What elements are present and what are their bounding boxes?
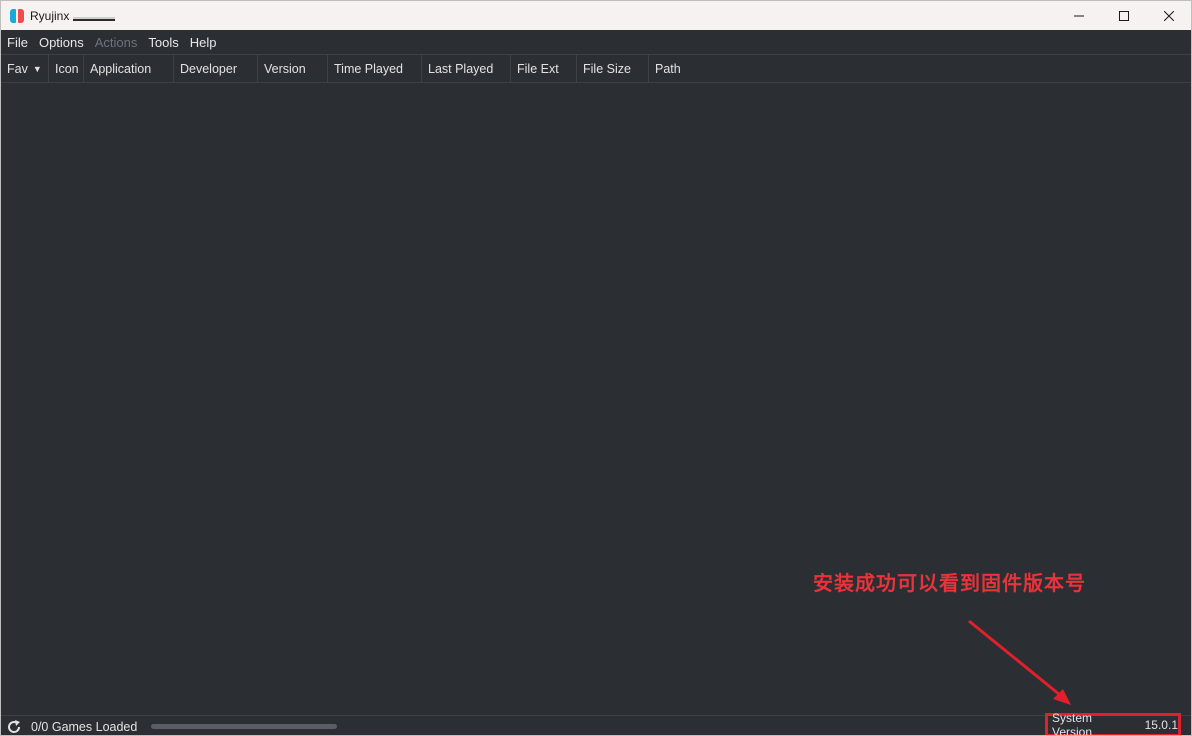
column-version[interactable]: Version (258, 55, 328, 83)
sort-down-icon: ▼ (32, 64, 42, 74)
annotation-text: 安装成功可以看到固件版本号 (813, 571, 1086, 595)
column-icon[interactable]: Icon (49, 55, 84, 83)
system-version-highlight: System Version 15.0.1 (1045, 711, 1181, 736)
status-bar: 0/0 Games Loaded System Version 15.0.1 (1, 711, 1191, 736)
menu-file[interactable]: File (7, 35, 28, 50)
menu-bar: File Options Actions Tools Help (1, 30, 1191, 55)
system-version-value: 15.0.1 (1144, 718, 1178, 732)
column-fav[interactable]: Fav ▼ (1, 55, 49, 83)
close-button[interactable] (1146, 1, 1191, 30)
menu-actions: Actions (94, 34, 138, 50)
maximize-icon (1118, 10, 1129, 21)
ryujinx-window: Ryujinx File Options Actions Tools Help … (0, 0, 1192, 736)
window-controls (1056, 1, 1191, 30)
column-time-played[interactable]: Time Played (328, 55, 422, 83)
column-file-ext[interactable]: File Ext (511, 55, 577, 83)
menu-options[interactable]: Options (39, 35, 84, 50)
minimize-icon (1073, 15, 1084, 16)
game-list-header: Fav ▼ Icon Application Developer Version… (1, 55, 1191, 83)
loading-progress-bar (151, 724, 338, 729)
menu-help[interactable]: Help (190, 35, 217, 50)
ryujinx-logo-icon (10, 8, 24, 23)
title-redaction (73, 16, 116, 21)
column-file-size[interactable]: File Size (577, 55, 649, 83)
title-bar[interactable]: Ryujinx (1, 1, 1191, 30)
window-title: Ryujinx (30, 8, 70, 23)
column-last-played[interactable]: Last Played (422, 55, 511, 83)
menu-tools[interactable]: Tools (148, 35, 178, 50)
column-path[interactable]: Path (649, 55, 769, 83)
minimize-button[interactable] (1056, 1, 1101, 30)
close-icon (1163, 10, 1174, 21)
column-developer[interactable]: Developer (174, 55, 258, 83)
refresh-icon[interactable] (6, 719, 22, 735)
column-application[interactable]: Application (84, 55, 174, 83)
games-loaded-status: 0/0 Games Loaded (31, 719, 138, 734)
annotation-arrow-icon (968, 619, 1071, 705)
maximize-button[interactable] (1101, 1, 1146, 30)
system-version-label: System Version (1052, 711, 1093, 736)
